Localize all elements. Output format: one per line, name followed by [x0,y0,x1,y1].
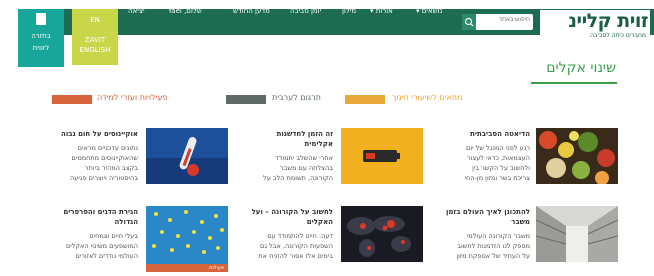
card-text-line: העצמאות, כדאי לעצור [466,154,530,162]
card-image-empty-shelves[interactable] [536,206,618,262]
card-title[interactable]: אוקיינוסים על חום גבוה [50,129,138,139]
card-image-world-map[interactable] [341,206,423,262]
chevron-down-icon: ▾ [416,7,420,15]
nav-item-dictionary[interactable]: מילון [342,7,356,15]
card-text-line: בהיסטוריה ויוצרים פגיעה [70,174,138,182]
user-greeting: שלום, Yael [168,7,202,15]
back-label-line1: בחזרה [31,32,51,40]
card-text-line: על העתיד של אספקת מזון [456,252,530,260]
search-icon [464,17,474,27]
nav-item-environment-journal[interactable]: יומן סביבה [290,7,321,15]
card-text-line: מספק לנו הזדמנות לחשוב [457,242,530,250]
logo-word-1: זוית [617,10,648,32]
card-title[interactable]: לחשוב על הקורונה – ועל [245,207,333,217]
chevron-down-icon: ▾ [370,7,374,15]
back-label-line2: לזווית [32,44,50,52]
card-text-line: רגע לפני המנגל של יום [466,144,530,152]
card-title-cont[interactable]: אקלימית [245,139,333,149]
logo-wordmark: זוית קליינ [568,10,648,32]
search-input[interactable] [478,17,530,23]
card-text-line: המושפעים משינוי האקלים [65,242,138,250]
card-image-migration[interactable] [146,206,228,264]
card-text-line: אחרי שהשלב יתמודד [275,154,333,162]
card-image-battery[interactable] [341,128,423,184]
card-text-line: משבר הקורונה העולמי [466,232,530,240]
en-label-english: ENGLISH [79,46,111,54]
logout-link[interactable]: יציאה [128,7,145,15]
nav-item-scientist-of-month[interactable]: מדען החודש [233,7,270,15]
card-text-line: ולחשוב על הקשר בין [472,164,530,172]
nav-left-gap [0,9,18,35]
nav-item-about[interactable]: אורות ▾ [370,7,393,15]
filter-label-education[interactable]: מתאים לשיעורי חינוך [392,93,462,102]
en-label-zavit: ZAVIT [84,36,106,44]
card-text-line: בימים אלו אסור להזניח את [258,252,333,260]
filter-swatch-arabic[interactable] [226,95,266,104]
filter-label-arabic[interactable]: תרגום לערבית [272,93,321,102]
card-text-line: השפעות הקורונה, אבל גם [260,242,333,250]
card-text-line: בקצב המהיר ביותר [84,164,138,172]
card-title[interactable]: הגירת הדגים והפרפרים [50,207,138,217]
nav-item-topics[interactable]: נושאים ▾ [416,7,442,15]
card-title[interactable]: להתכונן לאיך העולם בזמן [438,207,530,217]
site-logo[interactable]: זוית קליינ מחברים כיתה לסביבה [540,10,650,40]
card-title[interactable]: זה הזמן לחדשנות [245,129,333,139]
nav-item-about-label: אורות [375,7,393,15]
filter-swatch-activities[interactable] [52,95,92,104]
activity-badge: פעילות [146,264,228,272]
title-underline [531,82,617,84]
card-text-line: שהאוקיינוסים מתחממים [71,154,138,162]
nav-item-topics-label: נושאים [421,7,443,15]
card-title-cont[interactable]: הגדולה [50,217,139,227]
card-title-cont[interactable]: האקלים [245,217,333,227]
card-title-cont[interactable]: משבר [438,217,530,227]
card-text-line: דעה: חיינו להתמודד עם [267,232,333,240]
logo-word-2: קליינ [568,10,612,32]
book-icon [36,13,46,25]
card-text-line: צריכת בשר ומזון מן-החי [464,174,530,182]
card-title[interactable]: הדיאטה הסביבתית [438,129,530,139]
card-text-line: בהצלחה עם משבר [279,164,333,172]
logo-tagline: מחברים כיתה לסביבה [590,32,646,39]
page-title: שינוי אקלים [546,60,616,76]
en-label-code: EN [90,16,100,24]
card-text-line: בעלי חיים וצמחים [89,232,138,240]
card-text-line: הקורונה, תשומת הלב על [263,174,333,182]
card-image-food[interactable] [536,128,618,184]
filter-label-activities[interactable]: פעילויות ועזרי למידה [97,93,167,102]
card-text-line: נתונים עדכניים מראים [77,144,138,152]
filter-swatch-education[interactable] [345,95,385,104]
card-image-ocean-thermometer[interactable] [146,128,228,184]
search-button[interactable] [462,14,476,30]
card-text-line: העולמי נודדים לאזורים [75,252,138,260]
